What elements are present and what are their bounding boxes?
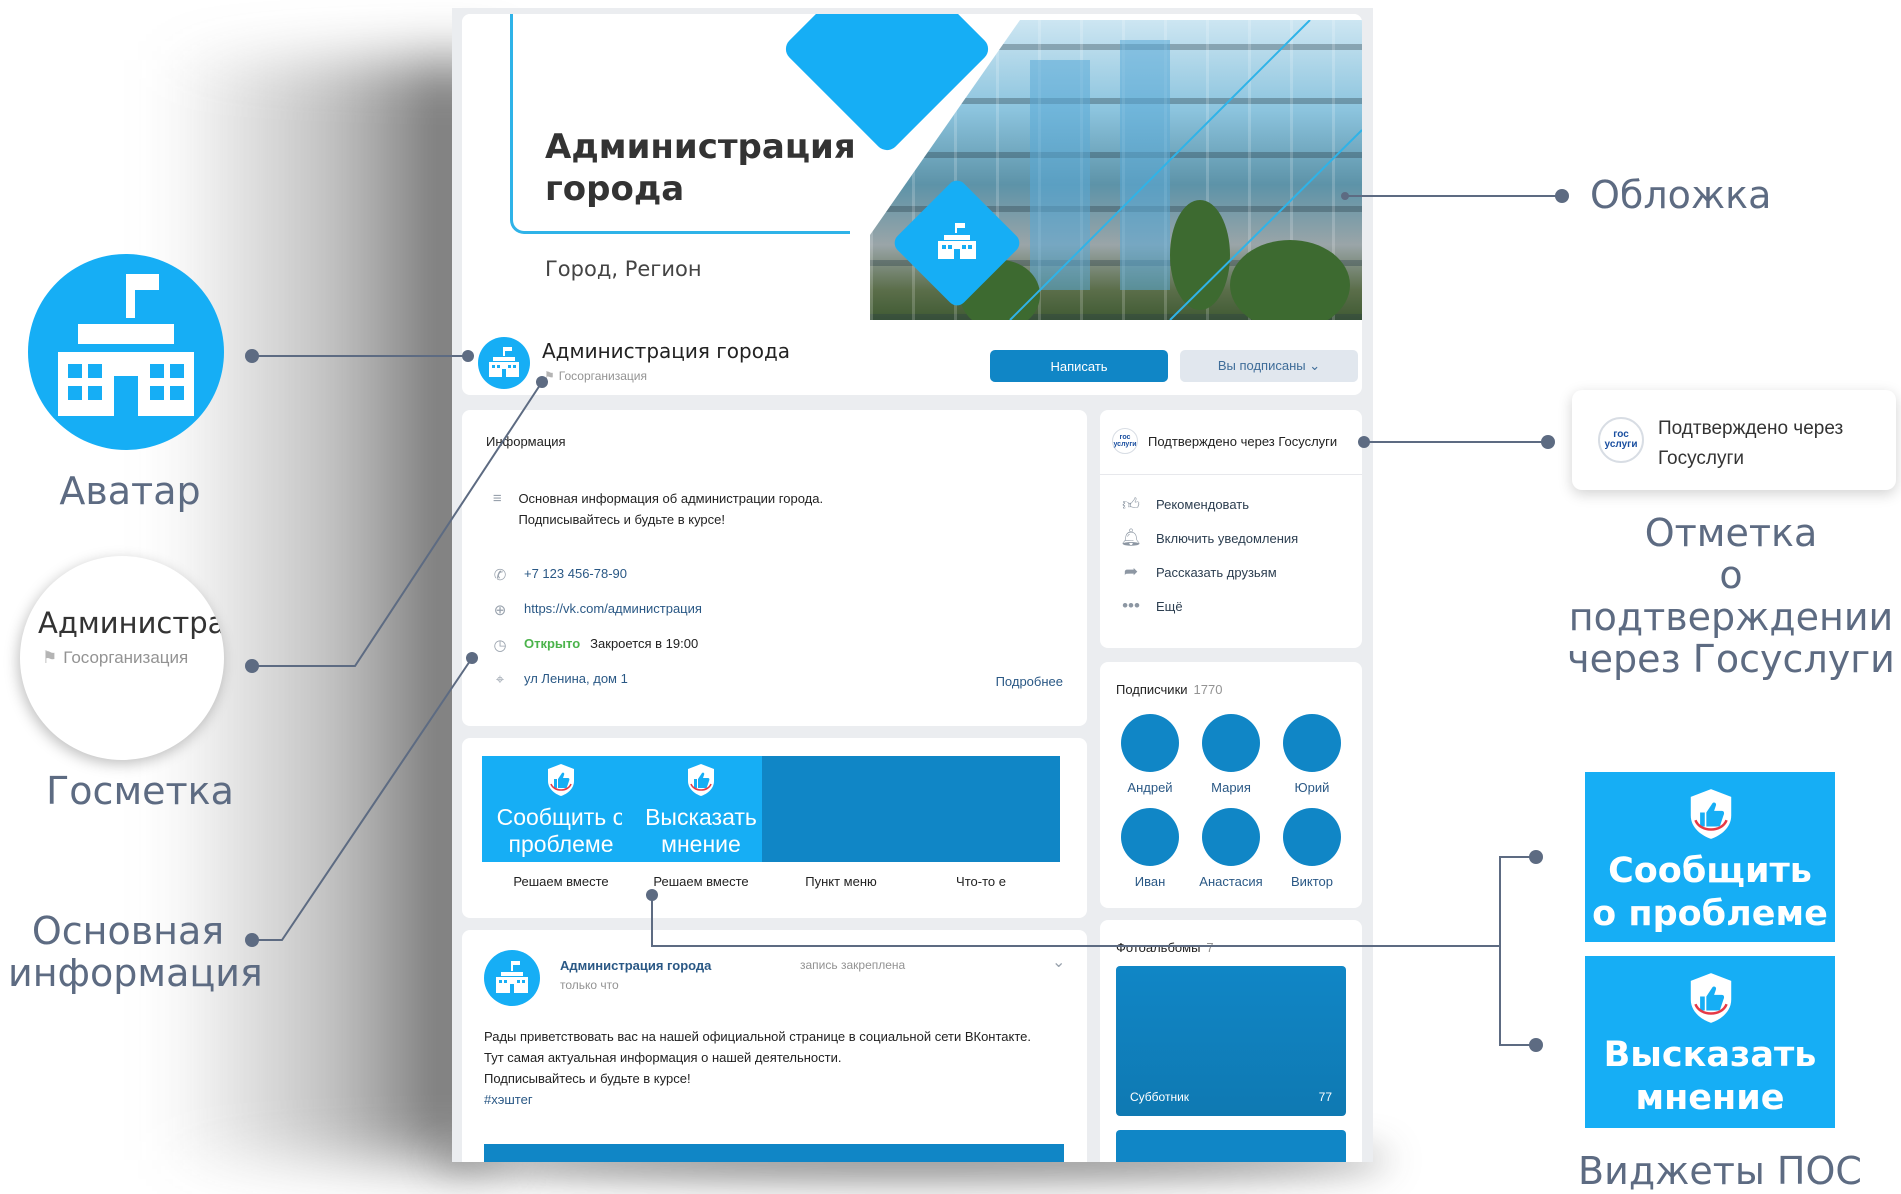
big-widget-label: Сообщить о проблеме <box>1585 850 1835 936</box>
annotation-gosmark: Госметка <box>46 769 234 813</box>
big-widget-share-opinion: Высказать мнение <box>1585 956 1835 1128</box>
magnified-badge-label: Госорганизация <box>63 648 189 667</box>
gos-like-icon <box>1690 789 1732 839</box>
gosuslugi-preview-text: Подтверждено через Госуслуги <box>1658 414 1843 474</box>
annotation-gos-note-line: о подтверждении <box>1568 553 1894 639</box>
flag-icon: ⚑ <box>42 648 58 667</box>
annotation-cover: Обложка <box>1590 173 1772 217</box>
annotation-main-info-line: информация <box>8 951 263 995</box>
gos-like-icon <box>1690 973 1732 1023</box>
big-widget-line: мнение <box>1635 1078 1785 1118</box>
annotation-main-info-line: Основная <box>31 909 225 953</box>
annotation-gos-note-line: Отметка <box>1644 511 1818 555</box>
building-icon <box>58 274 194 416</box>
annotation-gos-note: Отметка о подтверждении через Госуслуги <box>1566 512 1896 680</box>
big-widget-report-problem: Сообщить о проблеме <box>1585 772 1835 942</box>
annotation-pos-widgets: Виджеты ПОС <box>1578 1149 1862 1193</box>
annotation-gos-note-line: через Госуслуги <box>1567 637 1895 681</box>
big-widget-line: о проблеме <box>1592 894 1828 934</box>
magnified-title: Администрац <box>38 606 224 640</box>
presentation-slide: Администрация города Город, Регион Админ… <box>0 0 1901 1194</box>
gosmark-magnifier: Администрац ⚑ Госорганизация <box>20 556 224 760</box>
magnified-badge: ⚑ Госорганизация <box>42 648 188 668</box>
gosuslugi-logo-icon: гос услуги <box>1598 417 1644 463</box>
avatar-preview <box>28 254 224 450</box>
gosuslugi-preview-line: Подтверждено через <box>1658 418 1844 439</box>
big-widget-label: Высказать мнение <box>1585 1034 1835 1120</box>
annotation-avatar: Аватар <box>59 469 201 513</box>
annotation-main-info: Основная информация <box>8 909 263 995</box>
gosuslugi-preview-line: Госуслуги <box>1658 448 1745 469</box>
big-widget-line: Сообщить <box>1608 851 1812 891</box>
gosuslugi-verified-preview: гос услуги Подтверждено через Госуслуги <box>1572 390 1896 490</box>
big-widget-line: Высказать <box>1603 1035 1817 1075</box>
